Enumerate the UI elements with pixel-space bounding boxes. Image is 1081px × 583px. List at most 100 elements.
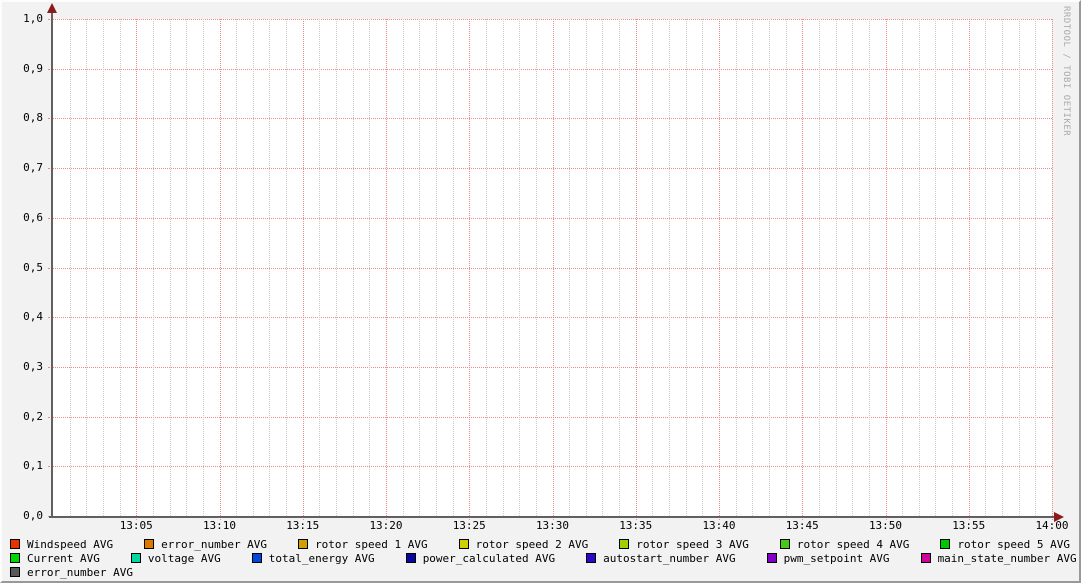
v-gridline-major xyxy=(802,19,803,520)
legend-label: total_energy AVG xyxy=(269,552,375,565)
legend-swatch-icon xyxy=(586,553,596,563)
y-tick-label: 0,7 xyxy=(2,161,43,174)
x-tick-label: 13:05 xyxy=(114,519,158,532)
legend-item: Windspeed AVG xyxy=(10,538,113,551)
y-tick-label: 0,8 xyxy=(2,111,43,124)
v-gridline-minor xyxy=(819,19,820,516)
v-gridline-major xyxy=(553,19,554,520)
v-gridline-major xyxy=(719,19,720,520)
legend-item: rotor speed 3 AVG xyxy=(619,538,749,551)
v-gridline-minor xyxy=(985,19,986,516)
legend-item: total_energy AVG xyxy=(252,552,375,565)
v-gridline-minor xyxy=(902,19,903,516)
v-gridline-minor xyxy=(752,19,753,516)
legend-label: rotor speed 1 AVG xyxy=(315,538,428,551)
v-gridline-minor xyxy=(236,19,237,516)
x-tick-label: 13:35 xyxy=(614,519,658,532)
y-axis-labels: 1,00,90,80,70,60,50,40,30,20,10,0 xyxy=(2,19,43,516)
legend: Windspeed AVG error_number AVG rotor speed… xyxy=(10,537,1081,579)
legend-label: pwm_setpoint AVG xyxy=(784,552,890,565)
v-gridline-minor xyxy=(403,19,404,516)
y-tick-label: 0,9 xyxy=(2,62,43,75)
v-gridline-minor xyxy=(1035,19,1036,516)
v-gridline-minor xyxy=(919,19,920,516)
y-tick-label: 0,2 xyxy=(2,410,43,423)
legend-label: Windspeed AVG xyxy=(27,538,113,551)
legend-swatch-icon xyxy=(10,553,20,563)
legend-swatch-icon xyxy=(10,539,20,549)
v-gridline-minor xyxy=(186,19,187,516)
x-tick-label: 13:55 xyxy=(947,519,991,532)
v-gridline-minor xyxy=(269,19,270,516)
x-tick-label: 14:00 xyxy=(1030,519,1074,532)
v-gridline-minor xyxy=(586,19,587,516)
v-gridline-minor xyxy=(702,19,703,516)
y-axis-arrow-icon xyxy=(47,3,57,13)
v-gridline-minor xyxy=(336,19,337,516)
legend-label: voltage AVG xyxy=(148,552,221,565)
v-gridline-major xyxy=(969,19,970,520)
v-gridline-minor xyxy=(103,19,104,516)
legend-item: rotor speed 1 AVG xyxy=(298,538,428,551)
legend-item: rotor speed 4 AVG xyxy=(780,538,910,551)
v-gridline-minor xyxy=(203,19,204,516)
v-gridline-major xyxy=(636,19,637,520)
v-gridline-minor xyxy=(652,19,653,516)
v-gridline-minor xyxy=(120,19,121,516)
v-gridline-minor xyxy=(419,19,420,516)
v-gridline-minor xyxy=(503,19,504,516)
legend-label: main_state_number AVG xyxy=(938,552,1077,565)
legend-label: Current AVG xyxy=(27,552,100,565)
legend-item: rotor speed 2 AVG xyxy=(459,538,589,551)
x-axis-arrow-icon xyxy=(1054,512,1064,522)
v-gridline-minor xyxy=(852,19,853,516)
legend-label: rotor speed 2 AVG xyxy=(476,538,589,551)
v-gridline-minor xyxy=(935,19,936,516)
legend-item: rotor speed 5 AVG xyxy=(940,538,1070,551)
legend-item: pwm_setpoint AVG xyxy=(767,552,890,565)
v-gridline-minor xyxy=(1002,19,1003,516)
legend-swatch-icon xyxy=(767,553,777,563)
legend-label: error_number AVG xyxy=(27,566,133,579)
x-axis-line xyxy=(49,516,1055,518)
x-tick-label: 13:10 xyxy=(198,519,242,532)
v-gridline-minor xyxy=(736,19,737,516)
legend-swatch-icon xyxy=(252,553,262,563)
v-gridline-minor xyxy=(869,19,870,516)
rrdtool-graph: 1,00,90,80,70,60,50,40,30,20,10,0 13:051… xyxy=(0,0,1081,583)
x-tick-label: 13:50 xyxy=(864,519,908,532)
legend-item: Current AVG xyxy=(10,552,100,565)
legend-swatch-icon xyxy=(131,553,141,563)
x-tick-label: 13:45 xyxy=(780,519,824,532)
legend-swatch-icon xyxy=(921,553,931,563)
y-tick-label: 0,3 xyxy=(2,360,43,373)
v-gridline-minor xyxy=(786,19,787,516)
v-gridline-minor xyxy=(453,19,454,516)
legend-swatch-icon xyxy=(298,539,308,549)
y-tick-label: 0,5 xyxy=(2,261,43,274)
v-gridline-minor xyxy=(602,19,603,516)
legend-swatch-icon xyxy=(10,567,20,577)
v-gridline-major xyxy=(386,19,387,520)
v-gridline-minor xyxy=(70,19,71,516)
legend-item: autostart_number AVG xyxy=(586,552,735,565)
v-gridline-minor xyxy=(952,19,953,516)
y-tick-label: 0,6 xyxy=(2,211,43,224)
x-axis-labels: 13:0513:1013:1513:2013:2513:3013:3513:40… xyxy=(53,519,1052,533)
y-tick-label: 1,0 xyxy=(2,12,43,25)
v-gridline-minor xyxy=(569,19,570,516)
v-gridline-minor xyxy=(319,19,320,516)
v-gridline-major xyxy=(1052,19,1053,520)
v-gridline-minor xyxy=(153,19,154,516)
legend-swatch-icon xyxy=(780,539,790,549)
legend-item: main_state_number AVG xyxy=(921,552,1077,565)
y-tick-label: 0,0 xyxy=(2,509,43,522)
legend-row: Windspeed AVGerror_number AVGrotor speed… xyxy=(10,537,1081,551)
v-gridline-minor xyxy=(353,19,354,516)
v-gridline-minor xyxy=(519,19,520,516)
legend-item: power_calculated AVG xyxy=(406,552,555,565)
y-axis-line xyxy=(51,10,53,518)
legend-label: rotor speed 3 AVG xyxy=(636,538,749,551)
watermark: RRDTOOL / TOBI OETIKER xyxy=(1061,6,1071,136)
v-gridline-minor xyxy=(286,19,287,516)
